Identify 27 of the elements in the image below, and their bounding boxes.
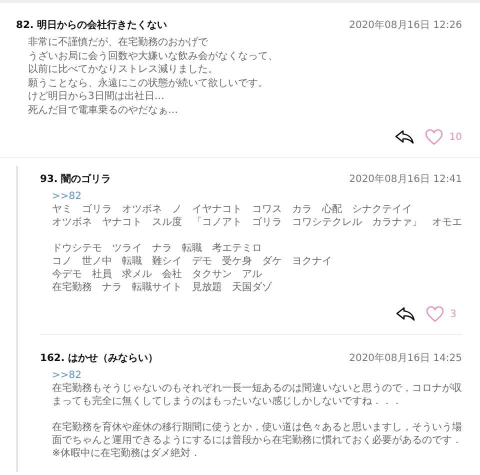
comment-text: コノ 世ノ中 転職 難シイ デモ 受ケ身 ダケ ヨクナイ [52,255,333,268]
like-count: 3 [450,308,458,320]
comment-date: 2020年08月16日 12:26 [349,19,462,32]
comment-text: ドウシテモ ツライ ナラ 転職 考エテミロ [52,242,263,255]
comment-text: 死んだ目で電車乗るのやだなぁ… [28,104,179,117]
comment-text: ※休暇中に在宅勤務はダメ絶対． [52,447,202,460]
like-count: 10 [449,132,462,142]
comment-date: 2020年08月16日 12:41 [349,173,462,186]
comment-text: 在宅勤務もそうじゃないのもそれぞれ一長一短あるのは間違いないと思うので，コロナが収まっても完全に無くしてしまうのはもったいない感じしかしないですね．．． [52,382,462,408]
comment-text: 願うことなら、永遠にこの状態が続いて欲しいです。 [28,76,269,90]
reply-link[interactable]: >>82 [52,369,462,382]
comment-text: 非常に不謹慎だが、在宅勤務のおかげで [28,36,209,50]
comment-title: 93. 闇のゴリラ [40,172,112,186]
reply-arrow-icon[interactable] [395,130,416,144]
comment-title: 82. 明日からの会社行きたくない [16,18,168,32]
comment-date: 2020年08月16日 14:25 [349,352,462,365]
comment-text: うざいお局に会う回数や大嫌いな飲み会がなくなって、 [28,50,279,63]
comment-title: 162. はかせ（みならい） [40,352,158,365]
comment-text: 今デモ 社員 求メル 会社 タクサン アル [52,268,263,281]
reply-link[interactable]: >>82 [52,190,462,203]
reply-arrow-icon[interactable] [396,307,416,321]
comment-text: 在宅勤務を育休や産休の移行期間に使うとか，使い道は色々あると思いますし，そういう場面でちゃんと運用できるようにするには普段から在宅勤務に慣れておく必要があるのです． [52,421,462,447]
comment-text: けど明日から3日間は出社日… [28,90,166,104]
comment-text: オツボネ ヤナコト スル度 「コノアト ゴリラ コワシテクレル カラナァ」 オモエ [52,216,462,229]
comment-text: ヤミ ゴリラ オツボネ ノ イヤナコト コワス カラ 心配 シナクテイイ [52,203,413,216]
comment-text: 在宅勤務 ナラ 転職サイト 見放題 天国ダゾ [52,281,274,294]
comment-text: 以前に比べてかなりストレス減りました。 [28,63,219,76]
